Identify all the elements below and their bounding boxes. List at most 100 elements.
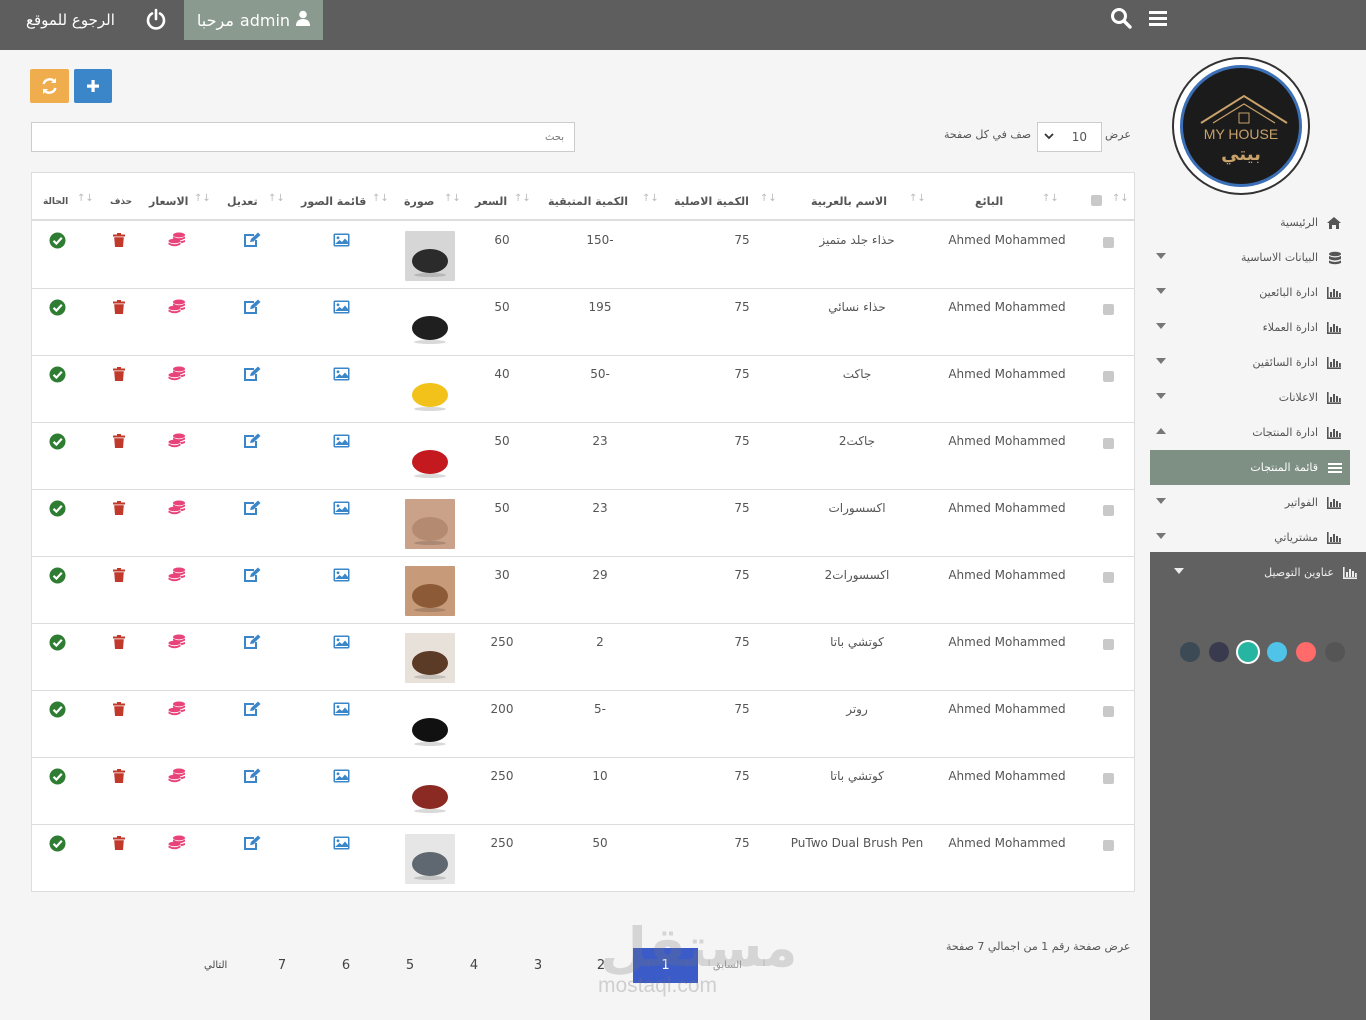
sidebar-item-4[interactable]: ادارة العملاء [1150,310,1350,345]
sort-icon[interactable]: ↑↓ [372,193,389,207]
image-icon[interactable] [333,433,350,449]
product-thumbnail[interactable] [405,365,455,415]
product-thumbnail[interactable] [405,700,455,750]
coins-icon[interactable] [168,634,185,650]
sidebar-item-9[interactable]: الفواتير [1150,485,1350,520]
coins-icon[interactable] [168,701,185,717]
row-checkbox[interactable] [1103,438,1114,449]
header-name-ar[interactable]: الاسم بالعربية [811,195,887,208]
row-checkbox[interactable] [1103,639,1114,650]
trash-icon[interactable] [113,768,129,784]
edit-icon[interactable] [243,433,261,449]
theme-swatch[interactable] [1238,642,1258,662]
product-thumbnail[interactable] [405,231,455,281]
caret-down-icon[interactable] [1156,288,1166,294]
sidebar-item-11[interactable]: عناوين التوصيل [1166,555,1366,590]
sidebar-item-5[interactable]: ادارة السائقين [1150,345,1350,380]
check-circle-icon[interactable] [49,768,66,785]
caret-down-icon[interactable] [1156,393,1166,399]
pagination-page[interactable]: 7 [272,958,292,973]
sidebar-item-6[interactable]: الاعلانات [1150,380,1350,415]
sidebar-item-10[interactable]: مشترياتي [1150,520,1350,555]
pagination-page[interactable]: 4 [464,958,484,973]
pagination-next[interactable]: التالي [204,960,227,971]
header-prices[interactable]: الاسعار [149,195,188,208]
check-circle-icon[interactable] [49,232,66,249]
trash-icon[interactable] [113,701,129,717]
user-menu-button[interactable]: مرحبا admin [184,0,323,40]
sort-icon[interactable]: ↑↓ [642,193,659,207]
header-qty-original[interactable]: الكمية الاصلية [674,195,749,208]
coins-icon[interactable] [168,500,185,516]
edit-icon[interactable] [243,299,261,315]
row-checkbox[interactable] [1103,237,1114,248]
caret-down-icon[interactable] [1156,498,1166,504]
sidebar-item-1[interactable]: الرئيسية [1150,205,1350,240]
sort-icon[interactable]: ↑↓ [514,193,531,207]
sidebar-item-3[interactable]: ادارة البائعين [1150,275,1350,310]
product-thumbnail[interactable] [405,834,455,884]
table-row[interactable]: Ahmed Mohammed كوتشي باتا 75 2 250 [32,624,1134,691]
sidebar-item-7[interactable]: ادارة المنتجات [1150,415,1350,450]
check-circle-icon[interactable] [49,634,66,651]
product-thumbnail[interactable] [405,499,455,549]
edit-icon[interactable] [243,701,261,717]
table-row[interactable]: Ahmed Mohammed كوتشي باتا 75 10 250 [32,758,1134,825]
pagination-page[interactable]: 6 [336,958,356,973]
trash-icon[interactable] [113,500,129,516]
image-icon[interactable] [333,835,350,851]
sort-icon[interactable]: ↑↓ [760,193,777,207]
row-checkbox[interactable] [1103,773,1114,784]
product-thumbnail[interactable] [405,633,455,683]
coins-icon[interactable] [168,366,185,382]
row-checkbox[interactable] [1103,572,1114,583]
header-qty-remaining[interactable]: الكمية المتبقية [548,195,628,208]
pagination-page[interactable]: 5 [400,958,420,973]
pagination-page[interactable]: 3 [528,958,548,973]
row-checkbox[interactable] [1103,304,1114,315]
sort-icon[interactable]: ↑↓ [194,193,211,207]
table-row[interactable]: Ahmed Mohammed PuTwo Dual Brush Pen 75 50 25… [32,825,1134,892]
caret-up-icon[interactable] [1156,428,1166,434]
refresh-button[interactable] [30,69,69,103]
edit-icon[interactable] [243,366,261,382]
header-seller[interactable]: البائع [975,195,1003,208]
check-circle-icon[interactable] [49,500,66,517]
header-image[interactable]: صورة [404,195,434,208]
image-icon[interactable] [333,634,350,650]
trash-icon[interactable] [113,232,129,248]
search-input[interactable] [31,122,575,152]
sort-icon[interactable]: ↑↓ [1112,193,1129,207]
coins-icon[interactable] [168,768,185,784]
trash-icon[interactable] [113,366,129,382]
trash-icon[interactable] [113,433,129,449]
row-checkbox[interactable] [1103,505,1114,516]
theme-swatch[interactable] [1325,642,1345,662]
theme-swatch[interactable] [1267,642,1287,662]
table-row[interactable]: Ahmed Mohammed اكسسورات 75 23 50 [32,490,1134,557]
caret-down-icon[interactable] [1156,533,1166,539]
product-thumbnail[interactable] [405,767,455,817]
theme-swatch[interactable] [1180,642,1200,662]
trash-icon[interactable] [113,634,129,650]
check-circle-icon[interactable] [49,433,66,450]
image-icon[interactable] [333,701,350,717]
header-edit[interactable]: تعديل [227,195,258,208]
sidebar-item-8[interactable]: قائمة المنتجات [1150,450,1350,485]
header-status[interactable]: الحالة [43,197,68,207]
image-icon[interactable] [333,567,350,583]
product-thumbnail[interactable] [405,566,455,616]
table-row[interactable]: Ahmed Mohammed روتر 75 5- 200 [32,691,1134,758]
theme-swatch[interactable] [1209,642,1229,662]
check-circle-icon[interactable] [49,835,66,852]
coins-icon[interactable] [168,299,185,315]
select-all-checkbox[interactable] [1091,195,1102,206]
row-checkbox[interactable] [1103,706,1114,717]
table-row[interactable]: Ahmed Mohammed جاكت2 75 23 50 [32,423,1134,490]
edit-icon[interactable] [243,634,261,650]
hamburger-icon[interactable] [1148,8,1168,28]
coins-icon[interactable] [168,567,185,583]
theme-swatch[interactable] [1296,642,1316,662]
edit-icon[interactable] [243,768,261,784]
logo[interactable]: MY HOUSE بيتي [1172,57,1310,195]
